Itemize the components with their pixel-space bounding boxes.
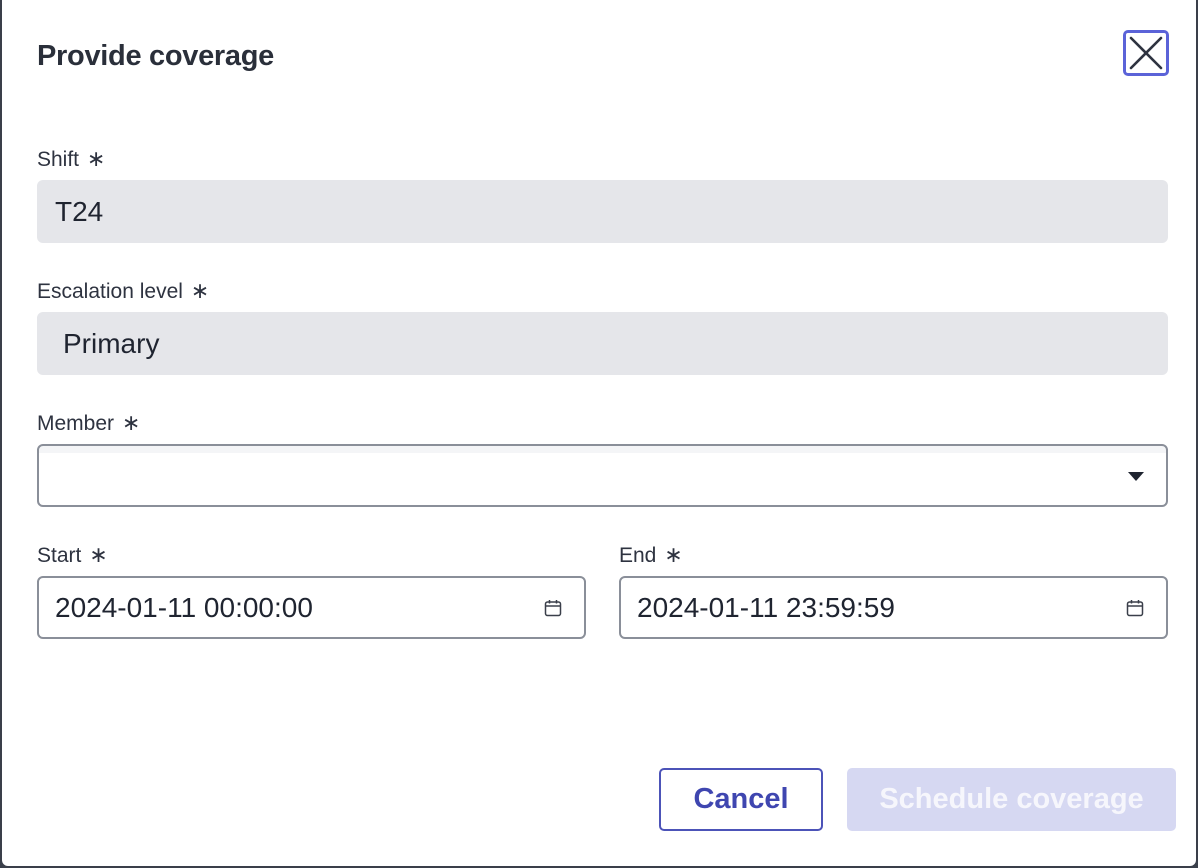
escalation-level-label: Escalation level ∗ <box>37 278 209 304</box>
start-label-text: Start <box>37 544 82 567</box>
member-label: Member ∗ <box>37 410 140 436</box>
required-asterisk: ∗ <box>190 278 210 303</box>
shift-label-text: Shift <box>37 148 80 171</box>
required-asterisk: ∗ <box>87 146 106 171</box>
escalation-level-field: Primary <box>37 312 1168 375</box>
end-label-text: End <box>619 544 657 567</box>
required-asterisk: ∗ <box>664 542 683 567</box>
required-asterisk: ∗ <box>89 542 108 567</box>
calendar-icon[interactable] <box>544 599 562 617</box>
start-label: Start ∗ <box>37 542 108 568</box>
start-date-input[interactable]: 2024-01-11 00:00:00 <box>37 576 586 639</box>
end-date-input[interactable]: 2024-01-11 23:59:59 <box>619 576 1168 639</box>
escalation-level-label-text: Escalation level <box>37 280 183 303</box>
escalation-level-value: Primary <box>63 327 160 359</box>
schedule-coverage-button[interactable]: Schedule coverage <box>847 768 1176 831</box>
shift-value: T24 <box>55 195 104 227</box>
member-select[interactable] <box>37 444 1168 507</box>
provide-coverage-dialog: Provide coverage Shift ∗ T24 Escalation l… <box>2 0 1196 866</box>
calendar-icon[interactable] <box>1126 599 1144 617</box>
close-button[interactable] <box>1123 30 1169 76</box>
dialog-title: Provide coverage <box>37 40 274 72</box>
required-asterisk: ∗ <box>122 410 141 435</box>
shift-label: Shift ∗ <box>37 146 105 172</box>
shift-field: T24 <box>37 180 1168 243</box>
start-date-value: 2024-01-11 00:00:00 <box>55 591 313 623</box>
close-icon <box>1127 34 1165 72</box>
member-label-text: Member <box>37 412 115 435</box>
cancel-button[interactable]: Cancel <box>659 768 823 831</box>
chevron-down-icon <box>1128 472 1144 481</box>
end-label: End ∗ <box>619 542 683 568</box>
end-date-value: 2024-01-11 23:59:59 <box>637 591 895 623</box>
